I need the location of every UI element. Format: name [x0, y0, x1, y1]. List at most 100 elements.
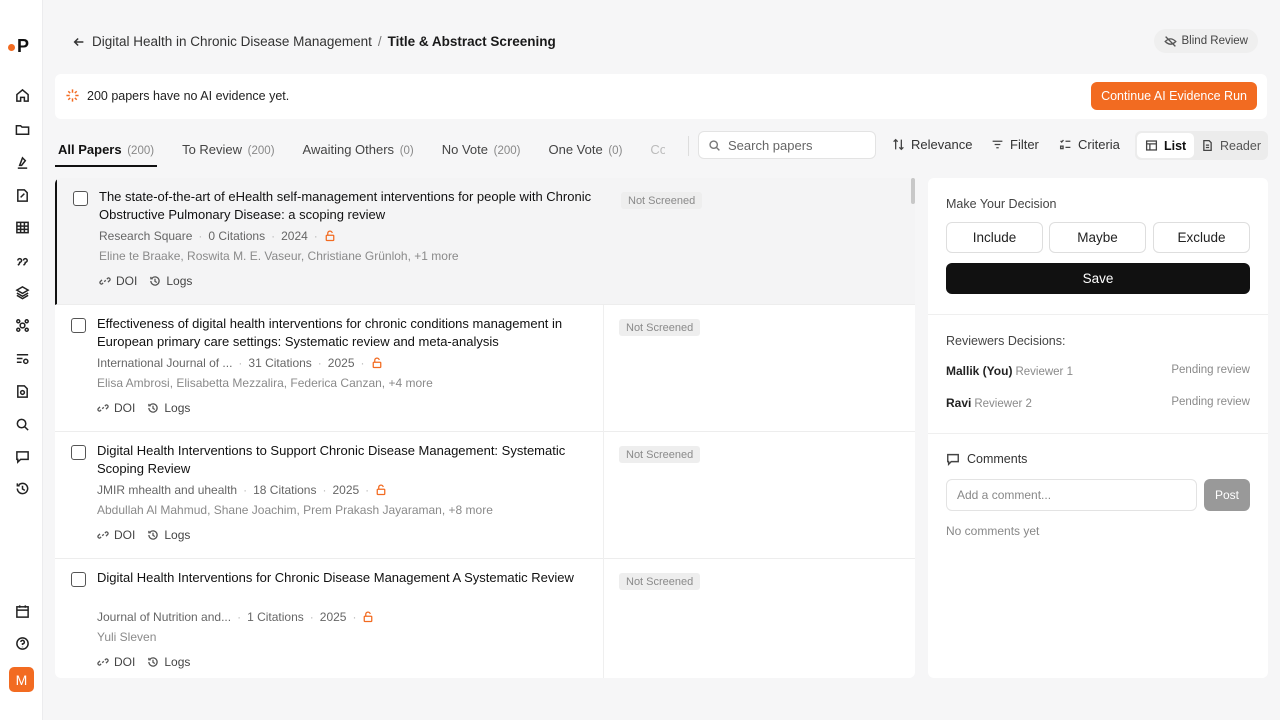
- home-icon[interactable]: [13, 86, 31, 104]
- breadcrumb-separator: /: [377, 34, 382, 49]
- sort-button[interactable]: Relevance: [892, 137, 972, 152]
- tab-to-review[interactable]: To Review (200): [179, 136, 277, 165]
- file-search-icon[interactable]: [13, 382, 31, 400]
- quote-icon[interactable]: [13, 250, 31, 268]
- maybe-button[interactable]: Maybe: [1049, 222, 1146, 253]
- paper-citations: 1 Citations: [247, 610, 304, 624]
- left-rail: P M: [0, 0, 43, 720]
- layers-icon[interactable]: [13, 283, 31, 301]
- unlock-icon: [376, 484, 386, 496]
- reader-view-button[interactable]: Reader: [1193, 133, 1269, 158]
- reviewers-heading: Reviewers Decisions:: [946, 334, 1066, 348]
- app-logo[interactable]: P: [8, 36, 36, 56]
- history-icon[interactable]: [13, 479, 31, 497]
- logo-dot: [8, 44, 15, 51]
- paper-row[interactable]: Digital Health Interventions to Support …: [55, 432, 915, 559]
- paper-row[interactable]: Digital Health Interventions for Chronic…: [55, 559, 915, 678]
- document-icon: [1203, 139, 1212, 152]
- paper-links: DOI Logs: [99, 274, 192, 288]
- logs-link[interactable]: Logs: [147, 655, 190, 669]
- chat-icon[interactable]: [13, 447, 31, 465]
- search-input[interactable]: [728, 137, 868, 153]
- paper-row[interactable]: The state-of-the-art of eHealth self-man…: [55, 178, 915, 305]
- search-icon[interactable]: [13, 415, 31, 433]
- breadcrumb-project[interactable]: Digital Health in Chronic Disease Manage…: [92, 34, 372, 49]
- filter-label: Filter: [1010, 137, 1039, 152]
- tab-label: Co: [650, 142, 666, 157]
- logs-link[interactable]: Logs: [147, 528, 190, 542]
- blind-review-label: Blind Review: [1181, 35, 1248, 47]
- search-box[interactable]: [698, 131, 876, 159]
- panel-divider: [928, 314, 1268, 315]
- document-edit-icon[interactable]: [13, 186, 31, 204]
- tab-one-vote[interactable]: One Vote (0): [546, 136, 626, 165]
- tab-all-papers[interactable]: All Papers (200): [55, 136, 158, 167]
- doi-link[interactable]: DOI: [97, 528, 135, 542]
- back-arrow-icon[interactable]: [72, 35, 86, 49]
- reviewer-row: Ravi Reviewer 2 Pending review: [946, 396, 1250, 410]
- table-icon[interactable]: [13, 218, 31, 236]
- tab-awaiting-others[interactable]: Awaiting Others (0): [300, 136, 417, 165]
- screening-icon[interactable]: [13, 153, 31, 171]
- filter-button[interactable]: Filter: [991, 137, 1039, 152]
- paper-year: 2025: [332, 483, 360, 497]
- doi-link[interactable]: DOI: [99, 274, 137, 288]
- paper-title[interactable]: The state-of-the-art of eHealth self-man…: [99, 188, 599, 224]
- user-avatar[interactable]: M: [9, 667, 34, 692]
- paper-checkbox[interactable]: [73, 191, 88, 206]
- paper-authors: Elisa Ambrosi, Elisabetta Mezzalira, Fed…: [97, 376, 433, 390]
- reviewer-status: Pending review: [1171, 364, 1250, 376]
- paper-checkbox[interactable]: [71, 445, 86, 460]
- post-comment-button[interactable]: Post: [1204, 479, 1250, 511]
- paper-title[interactable]: Effectiveness of digital health interven…: [97, 315, 597, 351]
- paper-journal: International Journal of ...: [97, 356, 233, 370]
- paper-title[interactable]: Digital Health Interventions for Chronic…: [97, 569, 597, 587]
- list-view-button[interactable]: List: [1137, 133, 1195, 158]
- paper-meta: International Journal of ... · 31 Citatio…: [97, 356, 383, 370]
- doi-link[interactable]: DOI: [97, 655, 135, 669]
- blind-review-badge[interactable]: Blind Review: [1153, 29, 1258, 53]
- exclude-button[interactable]: Exclude: [1153, 222, 1250, 253]
- criteria-button[interactable]: Criteria: [1059, 137, 1120, 152]
- paper-meta: Journal of Nutrition and... · 1 Citations…: [97, 610, 374, 624]
- paper-list: The state-of-the-art of eHealth self-man…: [55, 178, 915, 678]
- screening-tabs: All Papers (200) To Review (200) Awaitin…: [55, 136, 665, 167]
- logo-letter: P: [17, 36, 30, 56]
- paper-checkbox[interactable]: [71, 572, 86, 587]
- help-icon[interactable]: [13, 634, 31, 652]
- logs-link[interactable]: Logs: [147, 401, 190, 415]
- link-icon: [99, 277, 111, 285]
- calendar-icon[interactable]: [13, 602, 31, 620]
- list-view-label: List: [1164, 138, 1187, 153]
- ai-evidence-banner: 200 papers have no AI evidence yet. Cont…: [55, 74, 1267, 119]
- save-button[interactable]: Save: [946, 263, 1250, 294]
- include-button[interactable]: Include: [946, 222, 1043, 253]
- tab-no-vote[interactable]: No Vote (200): [439, 136, 524, 165]
- reviewer-name: Ravi: [946, 396, 972, 410]
- paper-citations: 18 Citations: [253, 483, 317, 497]
- list-search-icon[interactable]: [13, 349, 31, 367]
- paper-journal: Journal of Nutrition and...: [97, 610, 232, 624]
- folder-icon[interactable]: [13, 120, 31, 138]
- tab-label: All Papers: [58, 142, 122, 157]
- paper-checkbox[interactable]: [71, 318, 86, 333]
- reviewer-role: Reviewer 2: [974, 398, 1032, 410]
- decision-heading: Make Your Decision: [946, 197, 1057, 211]
- comments-heading: Comments: [967, 452, 1028, 466]
- tab-overflow[interactable]: Co: [647, 136, 665, 165]
- continue-ai-evidence-button[interactable]: Continue AI Evidence Run: [1091, 82, 1257, 110]
- paper-row[interactable]: Effectiveness of digital health interven…: [55, 305, 915, 432]
- tab-count: (200): [247, 145, 275, 157]
- status-badge: Not Screened: [619, 446, 701, 463]
- tab-label: Awaiting Others: [302, 142, 395, 157]
- list-scrollbar[interactable]: [911, 178, 915, 204]
- checklist-icon: [1059, 139, 1071, 150]
- paper-year: 2025: [319, 610, 347, 624]
- comment-input[interactable]: [946, 479, 1197, 511]
- logs-link[interactable]: Logs: [149, 274, 192, 288]
- network-icon[interactable]: [13, 316, 31, 334]
- unlock-icon: [372, 357, 381, 369]
- doi-link[interactable]: DOI: [97, 401, 135, 415]
- logs-label: Logs: [164, 528, 191, 542]
- paper-title[interactable]: Digital Health Interventions to Support …: [97, 442, 597, 478]
